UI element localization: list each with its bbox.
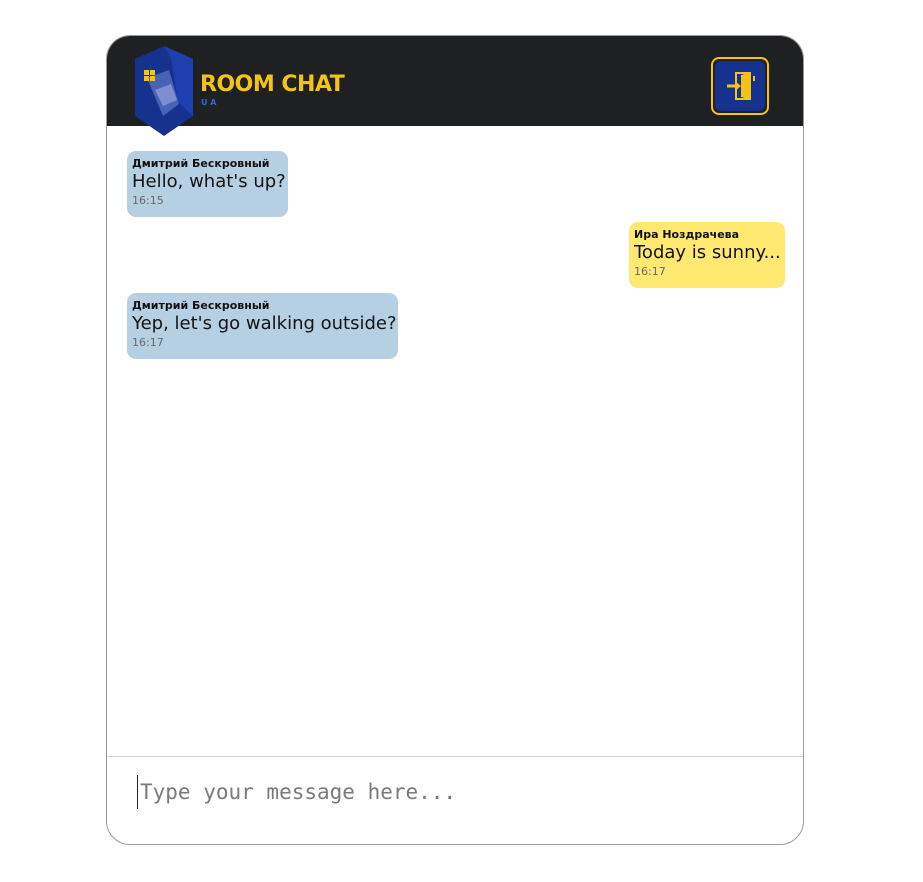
- brand-subtitle: UA: [201, 98, 220, 107]
- exit-door-icon: [727, 72, 755, 100]
- room-chat-logo-icon: [135, 46, 193, 136]
- message-time: 16:15: [132, 194, 164, 207]
- exit-button-face: [715, 61, 765, 111]
- message-list: Дмитрий Бескровный Hello, what's up? 16:…: [107, 126, 803, 756]
- message-time: 16:17: [132, 336, 164, 349]
- message-sender: Дмитрий Бескровный: [132, 157, 270, 170]
- message-text: Yep, let's go walking outside?: [132, 313, 397, 334]
- message-sender: Ира Ноздрачева: [634, 228, 740, 241]
- message-bubble: Дмитрий Бескровный Hello, what's up? 16:…: [127, 151, 288, 217]
- message-sender: Дмитрий Бескровный: [132, 299, 270, 312]
- message-text: Hello, what's up?: [132, 171, 286, 192]
- message-composer: [107, 757, 803, 844]
- message-bubble: Ира Ноздрачева Today is sunny... 16:17: [629, 222, 785, 288]
- message-text: Today is sunny...: [634, 242, 781, 263]
- brand-title: ROOM CHAT: [200, 72, 345, 97]
- exit-button[interactable]: [711, 57, 769, 115]
- message-bubble: Дмитрий Бескровный Yep, let's go walking…: [127, 293, 398, 359]
- chat-header: ROOM CHAT UA: [107, 36, 803, 136]
- message-input[interactable]: [137, 775, 760, 809]
- chat-window: ROOM CHAT UA Дмитрий Бескровный Hello, w…: [106, 35, 804, 845]
- message-time: 16:17: [634, 265, 666, 278]
